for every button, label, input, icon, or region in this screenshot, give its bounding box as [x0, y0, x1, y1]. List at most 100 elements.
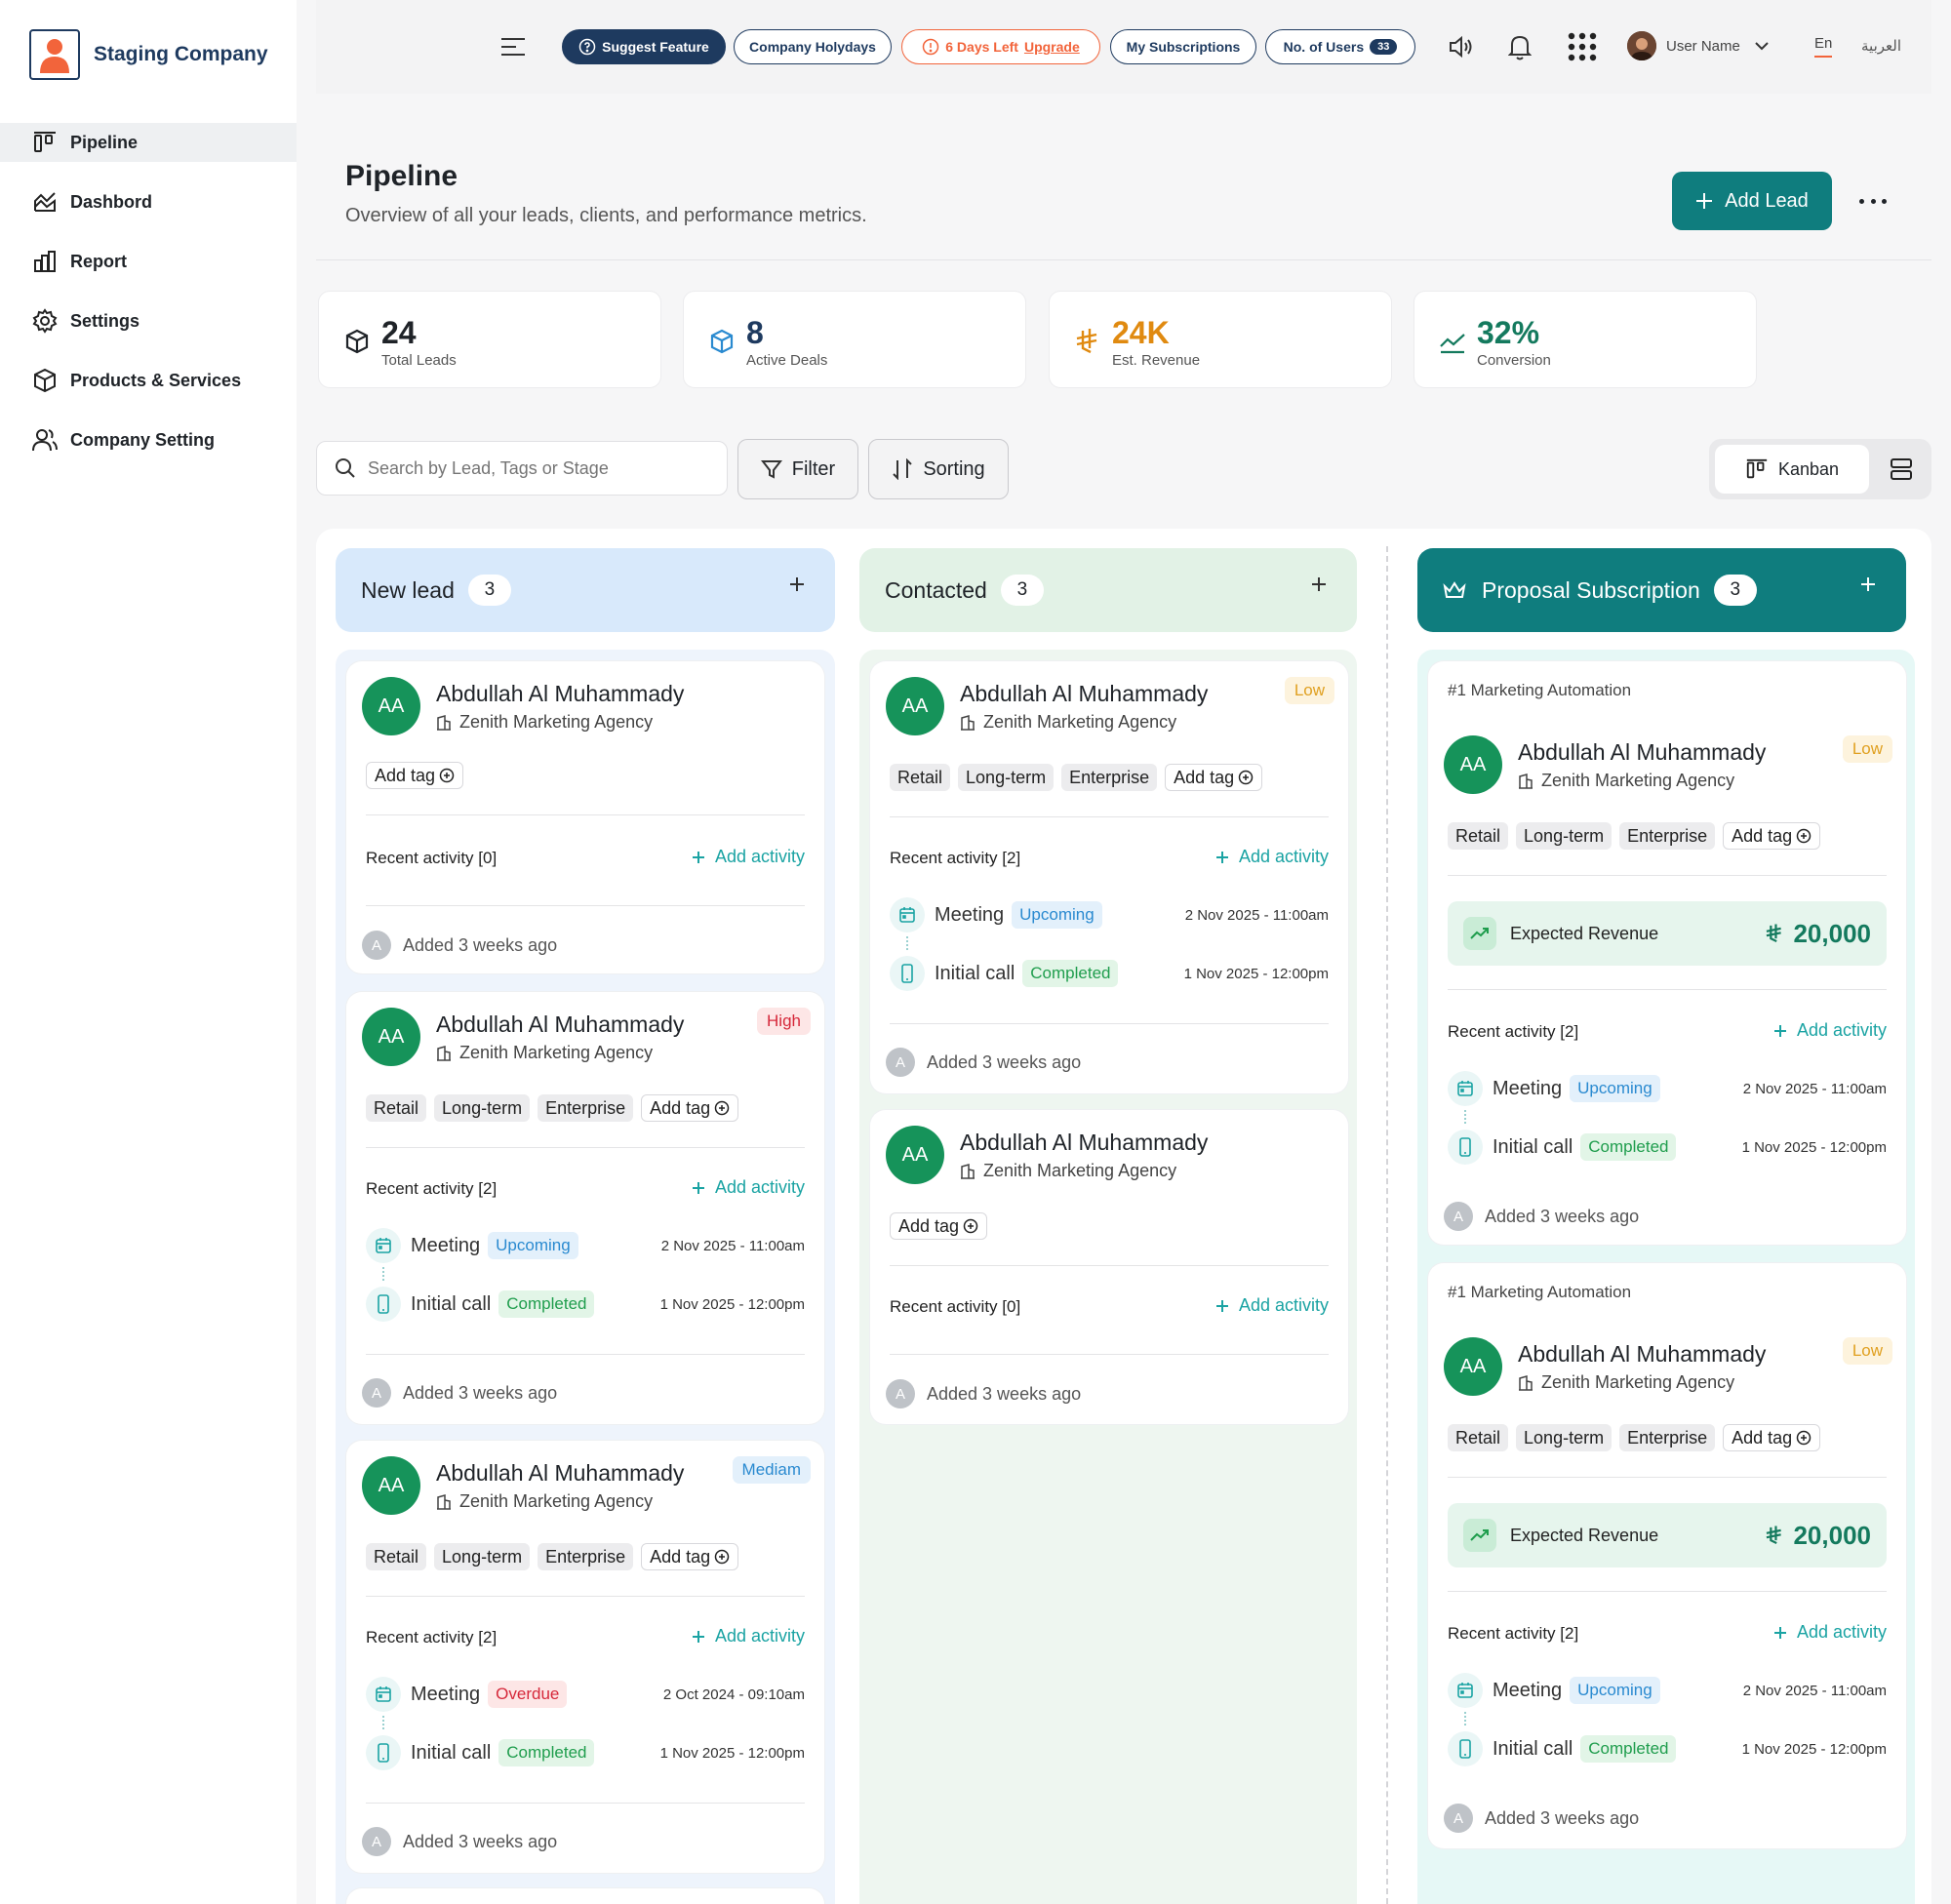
add-lead-button[interactable]: Add Lead	[1672, 172, 1832, 230]
activity-row[interactable]: Initial call Completed 1 Nov 2025 - 12:0…	[1448, 1130, 1887, 1165]
lead-card[interactable]: AA Abdullah Al Muhammady Zenith Marketin…	[346, 992, 824, 1424]
sidebar-item-settings[interactable]: Settings	[0, 301, 297, 340]
add-activity-button[interactable]: Add activity	[1215, 847, 1329, 867]
lead-card[interactable]: AA Abdullah Al Muhammady Zenith Marketin…	[870, 1110, 1348, 1424]
sidebar-item-label: Settings	[70, 310, 140, 331]
sorting-button[interactable]: Sorting	[868, 439, 1009, 499]
add-activity-button[interactable]: Add activity	[692, 847, 805, 867]
stat-value: 24	[381, 315, 417, 350]
lead-company: Zenith Marketing Agency	[436, 1491, 653, 1512]
add-activity-button[interactable]: Add activity	[692, 1177, 805, 1198]
activity-row[interactable]: Meeting Upcoming 2 Nov 2025 - 11:00am	[1448, 1071, 1887, 1106]
activity-date: 1 Nov 2025 - 12:00pm	[1741, 1740, 1887, 1758]
activity-row[interactable]: Initial call Completed 1 Nov 2025 - 12:0…	[1448, 1731, 1887, 1766]
plus-circle-icon	[714, 1549, 730, 1565]
add-tag-button[interactable]: Add tag	[641, 1094, 739, 1122]
proposal-card[interactable]: #1 Marketing Automation AA Abdullah Al M…	[1428, 661, 1906, 1245]
add-tag-button[interactable]: Add tag	[366, 762, 464, 789]
speaker-icon[interactable]	[1446, 31, 1477, 62]
sidebar-item-company-setting[interactable]: Company Setting	[0, 420, 297, 459]
sidebar-item-report[interactable]: Report	[0, 242, 297, 281]
lead-card[interactable]: AA Abdullah Al Muhammady Zenith Marketin…	[870, 661, 1348, 1093]
status-badge: Overdue	[488, 1681, 568, 1708]
kanban-view-button[interactable]: Kanban	[1715, 445, 1869, 494]
tag: Enterprise	[1619, 822, 1716, 850]
add-tag-button[interactable]: Add tag	[1723, 822, 1821, 850]
tag: Retail	[366, 1543, 427, 1570]
activity-row[interactable]: Meeting Overdue 2 Oct 2024 - 09:10am	[366, 1677, 805, 1712]
activity-row[interactable]: Initial call Completed 1 Nov 2025 - 12:0…	[366, 1287, 805, 1322]
activity-row[interactable]: Meeting Upcoming 2 Nov 2025 - 11:00am	[890, 897, 1329, 932]
status-badge: Upcoming	[1570, 1075, 1660, 1102]
riyal-icon	[1073, 327, 1102, 356]
stat-conversion: 32% Conversion	[1413, 291, 1757, 388]
add-activity-button[interactable]: Add activity	[1773, 1020, 1887, 1041]
lead-card[interactable]	[346, 1888, 824, 1904]
list-view-icon[interactable]	[1885, 453, 1918, 486]
add-tag-button[interactable]: Add tag	[1165, 764, 1263, 791]
add-card-icon[interactable]	[1859, 575, 1877, 593]
activity-date: 2 Nov 2025 - 11:00am	[1742, 1682, 1887, 1699]
added-time: A Added 3 weeks ago	[886, 1048, 1081, 1077]
proposal-card[interactable]: #1 Marketing Automation AA Abdullah Al M…	[1428, 1263, 1906, 1848]
activity-row[interactable]: Meeting Upcoming 2 Nov 2025 - 11:00am	[366, 1228, 805, 1263]
sidebar-item-label: Report	[70, 251, 127, 271]
lang-en-button[interactable]: En	[1814, 35, 1833, 58]
recent-activity-label: Recent activity [0]	[366, 849, 498, 867]
more-options-icon[interactable]	[1859, 191, 1887, 211]
sidebar-item-pipeline[interactable]: Pipeline	[0, 123, 297, 162]
my-subscriptions-button[interactable]: My Subscriptions	[1110, 29, 1256, 64]
lead-card[interactable]: AA Abdullah Al Muhammady Zenith Marketin…	[346, 1441, 824, 1873]
alert-circle-icon	[922, 38, 939, 56]
activity-row[interactable]: Initial call Completed 1 Nov 2025 - 12:0…	[366, 1735, 805, 1770]
activity-name: Meeting	[411, 1683, 481, 1705]
suggest-feature-button[interactable]: Suggest Feature	[562, 29, 726, 64]
phone-icon	[1448, 1130, 1483, 1165]
sidebar-item-label: Pipeline	[70, 132, 139, 152]
lead-card[interactable]: AA Abdullah Al Muhammady Zenith Marketin…	[346, 661, 824, 973]
add-activity-button[interactable]: Add activity	[1773, 1622, 1887, 1643]
add-tag-button[interactable]: Add tag	[890, 1212, 988, 1240]
company-holidays-button[interactable]: Company Holydays	[734, 29, 892, 64]
add-activity-button[interactable]: Add activity	[1215, 1295, 1329, 1316]
activity-date: 1 Nov 2025 - 12:00pm	[1741, 1138, 1887, 1156]
activity-row[interactable]: Meeting Upcoming 2 Nov 2025 - 11:00am	[1448, 1673, 1887, 1708]
stat-label: Total Leads	[381, 352, 457, 369]
user-menu[interactable]: User Name	[1627, 31, 1770, 60]
sidebar-item-dashboard[interactable]: Dashbord	[0, 182, 297, 221]
activity-date: 2 Nov 2025 - 11:00am	[1184, 906, 1329, 924]
building-icon	[1518, 1374, 1533, 1391]
building-icon	[436, 1493, 452, 1510]
sidebar-item-products[interactable]: Products & Services	[0, 361, 297, 400]
lead-avatar: AA	[1444, 1337, 1502, 1396]
add-tag-button[interactable]: Add tag	[641, 1543, 739, 1570]
apps-grid-icon[interactable]	[1567, 31, 1598, 62]
filter-button[interactable]: Filter	[737, 439, 858, 499]
recent-activity-label: Recent activity [0]	[890, 1297, 1021, 1316]
user-name: User Name	[1666, 37, 1740, 55]
users-count-button[interactable]: No. of Users 33	[1265, 29, 1415, 64]
trial-upgrade-button[interactable]: 6 Days Left Upgrade	[901, 29, 1100, 64]
lang-ar-button[interactable]: العربية	[1861, 37, 1901, 55]
add-tag-button[interactable]: Add tag	[1723, 1424, 1821, 1451]
activity-row[interactable]: Initial call Completed 1 Nov 2025 - 12:0…	[890, 956, 1329, 991]
bell-icon[interactable]	[1504, 31, 1535, 62]
trending-up-icon	[1463, 1519, 1496, 1552]
column-divider	[1386, 546, 1388, 1904]
upgrade-link[interactable]: Upgrade	[1024, 39, 1080, 55]
add-card-icon[interactable]	[788, 575, 806, 593]
add-activity-button[interactable]: Add activity	[692, 1626, 805, 1646]
riyal-icon	[1764, 923, 1785, 944]
recent-activity-label: Recent activity [2]	[1448, 1624, 1579, 1643]
search-input[interactable]	[368, 457, 699, 479]
brand[interactable]: Staging Company	[29, 29, 268, 80]
menu-icon[interactable]	[498, 31, 529, 62]
add-card-icon[interactable]	[1310, 575, 1328, 593]
priority-badge: Low	[1842, 735, 1892, 763]
activity-name: Meeting	[411, 1234, 481, 1256]
added-time: A Added 3 weeks ago	[1444, 1804, 1639, 1833]
added-time: A Added 3 weeks ago	[1444, 1202, 1639, 1231]
activity-name: Meeting	[935, 903, 1005, 926]
plus-icon	[1695, 192, 1713, 210]
lead-name: Abdullah Al Muhammady	[960, 1130, 1209, 1155]
